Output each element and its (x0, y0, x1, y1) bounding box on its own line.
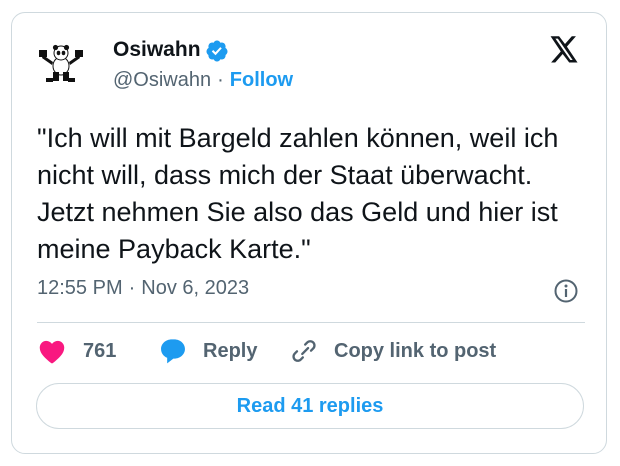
author-handle[interactable]: @Osiwahn (113, 69, 211, 91)
avatar[interactable] (38, 40, 84, 86)
handle-row: @Osiwahn · Follow (113, 69, 293, 92)
handle-separator: · (217, 69, 224, 91)
verified-badge-icon (206, 40, 228, 62)
tweet-time: 12:55 PM (37, 277, 123, 299)
tweet-date: Nov 6, 2023 (141, 277, 250, 299)
like-count: 761 (83, 339, 117, 362)
author-name[interactable]: Osiwahn (113, 38, 201, 62)
tweet-timestamp[interactable]: 12:55 PM · Nov 6, 2023 (37, 277, 249, 300)
follow-button[interactable]: Follow (230, 69, 293, 91)
heart-icon (39, 340, 65, 364)
reply-button[interactable]: Reply (158, 336, 257, 366)
tweet-text: "Ich will mit Bargeld zahlen können, wei… (37, 123, 559, 264)
info-icon[interactable] (553, 278, 579, 304)
x-logo-icon[interactable] (549, 36, 579, 64)
like-button[interactable]: 761 (38, 336, 116, 366)
copy-link-button[interactable]: Copy link to post (289, 336, 496, 366)
read-replies-button[interactable]: Read 41 replies (36, 383, 584, 429)
read-replies-label: Read 41 replies (236, 394, 384, 417)
reply-label: Reply (203, 339, 258, 362)
divider (37, 322, 585, 323)
copy-link-label: Copy link to post (334, 339, 497, 362)
link-icon (292, 340, 316, 362)
timestamp-separator: · (128, 277, 136, 299)
reply-bubble-icon (161, 339, 185, 364)
